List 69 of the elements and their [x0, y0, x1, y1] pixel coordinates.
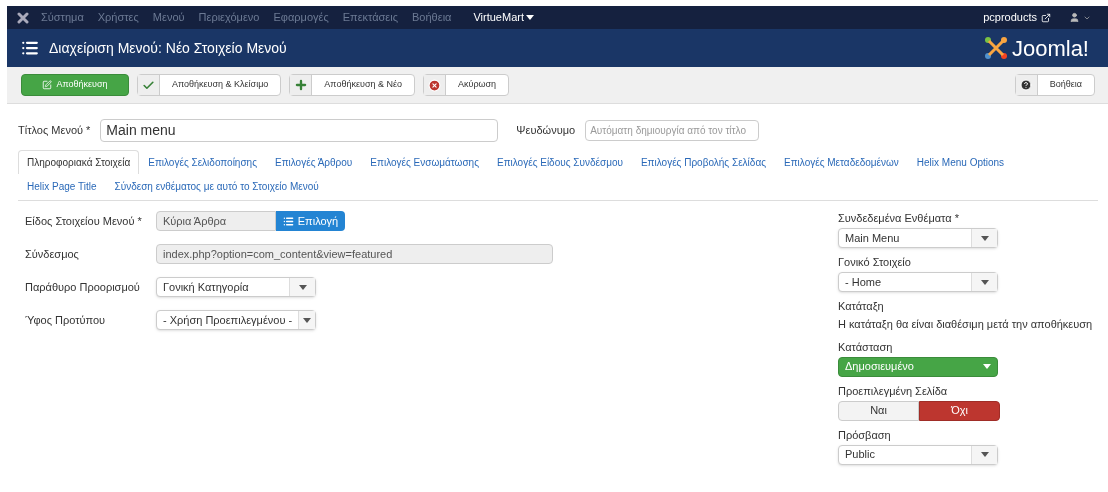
user-icon [1069, 12, 1080, 23]
select-field[interactable]: Public [838, 444, 998, 465]
plus-icon [293, 78, 308, 92]
field-label: Ψευδώνυμο [516, 122, 576, 138]
nav-menu-item[interactable]: Εφαρμογές [273, 9, 329, 26]
caret-icon [980, 279, 989, 285]
save-button[interactable]: Αποθήκευση [21, 74, 129, 96]
help-icon [1020, 79, 1033, 91]
field-label: Κατάσταση [838, 339, 894, 354]
tab[interactable]: Επιλογές Μεταδεδομένων [775, 150, 908, 174]
help-button[interactable]: Βοήθεια [1014, 74, 1095, 96]
ordering-note: Η κατάταξη θα είναι διαθέσιμη μετά την αποθήκευση [838, 317, 1093, 332]
select-field[interactable]: - Χρήση Προεπιλεγμένου - [156, 310, 316, 330]
caret-icon [526, 15, 534, 20]
edit-icon [42, 80, 53, 90]
nav-menu-item[interactable]: Περιεχόμενο [198, 9, 260, 26]
site-link[interactable]: pcproducts [983, 9, 1051, 26]
toggle-option[interactable]: Όχι [919, 400, 1000, 421]
caret-icon [298, 284, 307, 290]
tab[interactable]: Επιλογές Σελιδοποίησης [139, 150, 266, 174]
toolbar-button[interactable]: Αποθήκευση & Κλείσιμο [137, 74, 282, 96]
tab[interactable]: Επιλογές Ενσωμάτωσης [361, 150, 488, 174]
user-menu[interactable] [1069, 12, 1091, 23]
status-select[interactable]: Δημοσιευμένο [838, 356, 998, 377]
caret-icon [980, 452, 989, 457]
toolbar-button[interactable]: Αποθήκευση & Νέο [289, 74, 415, 96]
field-label: Παράθυρο Προορισμού [25, 279, 141, 295]
list-icon [282, 215, 294, 227]
field-label: Ύφος Προτύπου [25, 312, 107, 328]
nav-dropdown[interactable]: VirtueMart [473, 9, 534, 26]
link-field: index.php?option=com_content&view=featured [156, 244, 553, 264]
nav-menu-item[interactable]: Χρήστες [97, 9, 139, 26]
field-label: Προεπιλεγμένη Σελίδα [838, 383, 949, 398]
field-label: Σύνδεσμος [25, 246, 80, 262]
field-label: Κατάταξη [838, 299, 885, 313]
alias-input[interactable]: Αυτόματη δημιουργία από τον τίτλο [585, 119, 760, 141]
tab[interactable]: Helix Menu Options [907, 150, 1014, 174]
field-label: Πρόσβαση [838, 427, 892, 442]
field-label: Είδος Στοιχείου Μενού * [25, 213, 143, 229]
select-field[interactable]: - Home [838, 272, 998, 292]
select-field[interactable]: Main Menu [838, 228, 998, 248]
field-label: Τίτλος Μενού * [18, 122, 91, 138]
cancel-icon [428, 78, 441, 92]
nav-menu-item[interactable]: Επεκτάσεις [342, 9, 399, 26]
tab[interactable]: Επιλογές Είδους Συνδέσμου [487, 150, 632, 174]
toolbar-button[interactable]: Ακύρωση [423, 74, 510, 96]
tab[interactable]: Πληροφοριακά Στοιχεία [18, 150, 140, 174]
field-label: Γονικό Στοιχείο [838, 255, 912, 269]
tab[interactable]: Επιλογές Άρθρου [266, 150, 362, 174]
list-icon [21, 39, 39, 57]
caret-icon [980, 235, 989, 241]
tab[interactable]: Σύνδεση ενθέματος με αυτό το Στοιχείο Μενού [105, 174, 328, 198]
nav-menu-item[interactable]: Μενού [152, 9, 185, 26]
tab[interactable]: Helix Page Title [18, 174, 106, 198]
select-button[interactable]: Επιλογή [276, 211, 345, 231]
check-icon [142, 78, 155, 92]
select-field[interactable]: Γονική Κατηγορία [156, 277, 316, 297]
page-title: Διαχείριση Μενού: Νέο Στοιχείο Μενού [49, 38, 287, 58]
nav-menu-item[interactable]: Σύστημα [41, 9, 84, 26]
caret-icon [983, 364, 991, 369]
caret-icon [303, 317, 312, 323]
nav-menu-item[interactable]: Βοήθεια [412, 9, 452, 26]
tab[interactable]: Επιλογές Προβολής Σελίδας [631, 150, 775, 174]
toggle-option[interactable]: Ναι [838, 400, 919, 421]
menu-type-field: Κύρια Άρθρα [156, 211, 276, 231]
external-link-icon [1041, 12, 1051, 23]
field-label: Συνδεδεμένα Ενθέματα * [838, 211, 960, 225]
title-input[interactable]: Main menu [100, 118, 499, 142]
joomla-logo: Joomla! [983, 31, 1089, 65]
